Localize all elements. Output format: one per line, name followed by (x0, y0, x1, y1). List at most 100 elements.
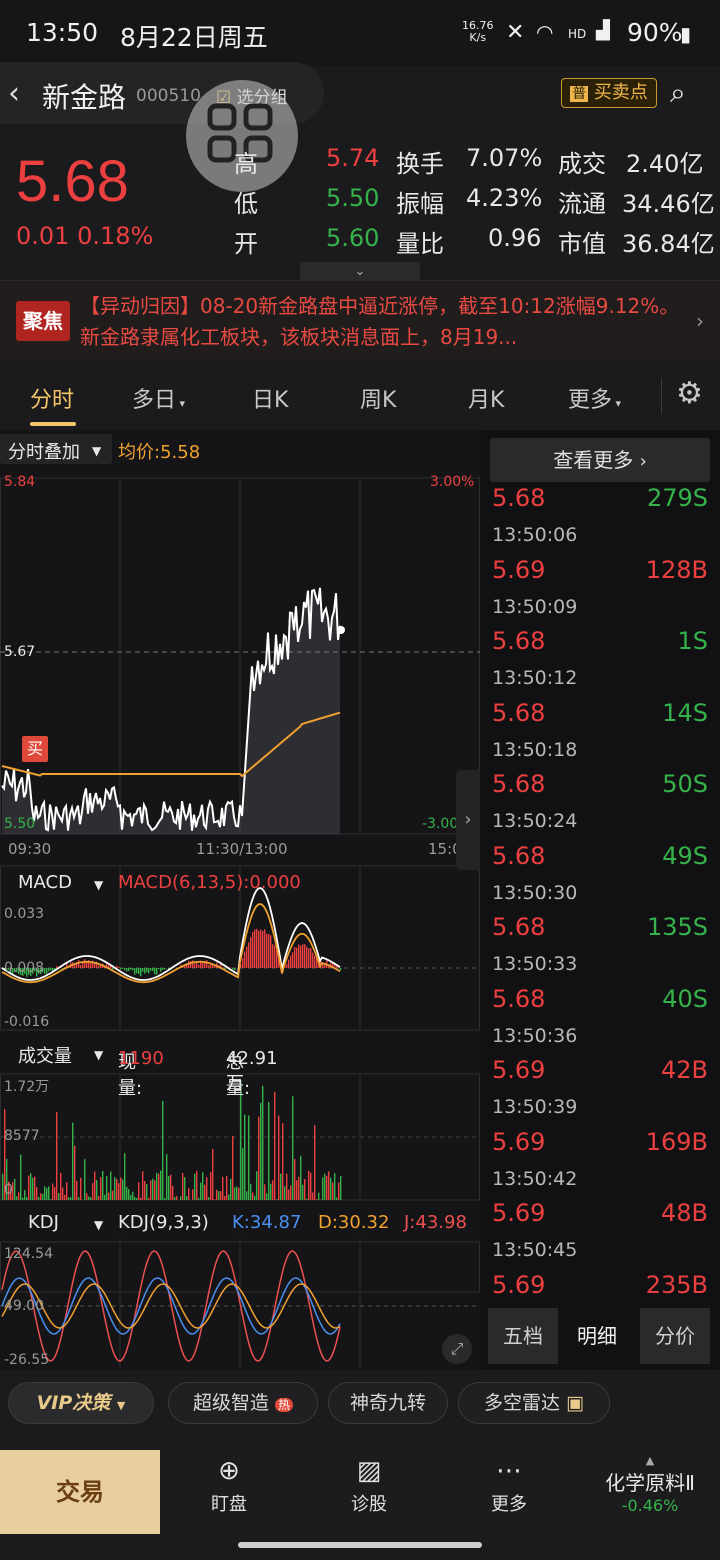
tab-multiday[interactable]: 多日 ▾ (132, 382, 185, 414)
super-manufacturing-chip[interactable]: 超级智造 热 (168, 1382, 318, 1424)
volume-bar (138, 1182, 140, 1200)
volume-bar (142, 1171, 144, 1200)
focus-tag: 聚焦 (16, 301, 70, 341)
trade-button[interactable]: 交易 (0, 1450, 160, 1534)
volume-dropdown-icon[interactable]: ▼ (94, 1048, 103, 1062)
volume-bar (134, 1196, 136, 1200)
kdj-dropdown-icon[interactable]: ▼ (94, 1218, 103, 1232)
bull-bear-radar-chip[interactable]: 多空雷达 ▣ (458, 1382, 610, 1424)
tab-more[interactable]: 更多 ▾ (568, 382, 621, 414)
home-indicator (238, 1542, 482, 1548)
pct-axis-top: 3.00% (430, 474, 475, 490)
search-icon[interactable]: ⌕ (670, 76, 686, 110)
macd-bar (162, 968, 164, 970)
quote-row-low: 低 5.50 振幅 4.23% 流通 34.46亿 (234, 184, 715, 218)
tick-row: 5.69 128B 13:50:09 (480, 556, 720, 628)
macd-bar (234, 968, 236, 971)
fullscreen-icon[interactable]: ⤢ (442, 1334, 472, 1364)
volume-bar (336, 1197, 338, 1200)
settings-gear-icon[interactable]: ⚙ (676, 376, 703, 411)
volume-bar (160, 1170, 162, 1200)
tab-daily-k[interactable]: 日K (252, 382, 288, 414)
volume-bar (34, 1176, 36, 1200)
macd-bar (196, 962, 198, 968)
macd-bar (120, 968, 122, 970)
tab-weekly-k[interactable]: 周K (360, 382, 396, 414)
battery-level: 90% (627, 18, 683, 47)
kdj-svg (0, 1236, 480, 1368)
macd-bar (44, 968, 46, 974)
nav-diagnose[interactable]: ▨ 诊股 (304, 1448, 434, 1534)
macd-bar (274, 945, 276, 968)
volume-bar (70, 1197, 72, 1200)
macd-bar (294, 947, 296, 968)
volume-bar (338, 1182, 340, 1200)
nav-watch[interactable]: ⊕ 盯盘 (164, 1448, 294, 1534)
macd-bar (244, 951, 246, 968)
expand-quote-button[interactable]: ⌄ (300, 262, 420, 282)
volume-bar (218, 1191, 220, 1200)
tab-divider (661, 378, 662, 414)
volume-bar (164, 1198, 166, 1200)
macd-header: MACD ▼ MACD(6,13,5):0.000 (0, 866, 480, 898)
tab-price-distribution[interactable]: 分价 (640, 1308, 710, 1364)
volume-bar (28, 1175, 30, 1200)
kdj-label[interactable]: KDJ (28, 1212, 59, 1233)
chart-area: 分时叠加 ▼ 均价:5.58 5.84 3.00% 5.67 5.50 -3.0… (0, 430, 480, 1370)
magic-nine-chip[interactable]: 神奇九转 (328, 1382, 448, 1424)
tick-volume: 235B (645, 1270, 708, 1299)
macd-bar (182, 967, 184, 968)
volume-bar (216, 1189, 218, 1200)
back-icon[interactable]: ‹ (8, 76, 20, 111)
volume-axis-mid: 8577 (4, 1128, 40, 1144)
news-banner[interactable]: 聚焦 【异动归因】08-20新金路盘中逼近涨停，截至10:12涨幅9.12%。新… (0, 280, 720, 360)
depth-tabs: 五档 明细 分价 (480, 1308, 720, 1366)
news-text: 【异动归因】08-20新金路盘中逼近涨停，截至10:12涨幅9.12%。新金路隶… (80, 294, 680, 349)
volume-bar (288, 1189, 290, 1200)
kdj-params: KDJ(9,3,3) (118, 1212, 209, 1233)
tick-price: 5.68 (492, 770, 546, 798)
tab-monthly-k[interactable]: 月K (468, 382, 504, 414)
volume-bar (180, 1196, 182, 1200)
volume-bar (40, 1193, 42, 1200)
macd-bar (292, 952, 294, 968)
macd-bar (164, 968, 166, 970)
tab-order-book[interactable]: 五档 (488, 1308, 558, 1364)
expand-right-button[interactable]: › (456, 770, 480, 870)
volume-bar (22, 1197, 24, 1200)
tab-intraday[interactable]: 分时 (30, 382, 74, 414)
volume-bar (262, 1085, 264, 1200)
macd-label[interactable]: MACD (18, 872, 72, 893)
volume-bar (202, 1172, 204, 1200)
volume-bar (294, 1159, 296, 1200)
volume-bar (20, 1154, 22, 1200)
volume-bar (270, 1183, 272, 1200)
view-more-button[interactable]: 查看更多 › (490, 438, 710, 482)
macd-bar (340, 968, 342, 971)
volume-bar (30, 1173, 32, 1200)
sector-info[interactable]: ▲ 化学原料Ⅱ -0.46% (580, 1454, 720, 1515)
tab-detail[interactable]: 明细 (562, 1308, 632, 1364)
price-axis-top: 5.84 (4, 474, 36, 490)
macd-dropdown-icon[interactable]: ▼ (94, 878, 103, 892)
volume-bar (146, 1184, 148, 1200)
volume-bar (296, 1180, 298, 1200)
volume-label[interactable]: 成交量 (18, 1042, 72, 1068)
buy-sell-points-button[interactable]: 普 买卖点 (561, 78, 657, 108)
nav-more[interactable]: ⋯ 更多 (444, 1448, 574, 1534)
volume-bar (200, 1182, 202, 1200)
vip-decision-button[interactable]: VIP决策 ▼ (8, 1382, 154, 1424)
macd-bar (268, 933, 270, 968)
volume-bar (106, 1176, 108, 1200)
volume-bar (38, 1196, 40, 1200)
volume-bar (196, 1170, 198, 1200)
buy-marker[interactable]: 买 (22, 736, 48, 762)
tick-volume: 40S (662, 984, 708, 1013)
volume-bar (272, 1180, 274, 1200)
volume-bar (94, 1171, 96, 1200)
tick-time: 13:50:42 (492, 1167, 578, 1190)
volume-bar (208, 1197, 210, 1200)
volume-bar (158, 1173, 160, 1200)
macd-bar (208, 965, 210, 968)
volume-bar (44, 1186, 46, 1200)
